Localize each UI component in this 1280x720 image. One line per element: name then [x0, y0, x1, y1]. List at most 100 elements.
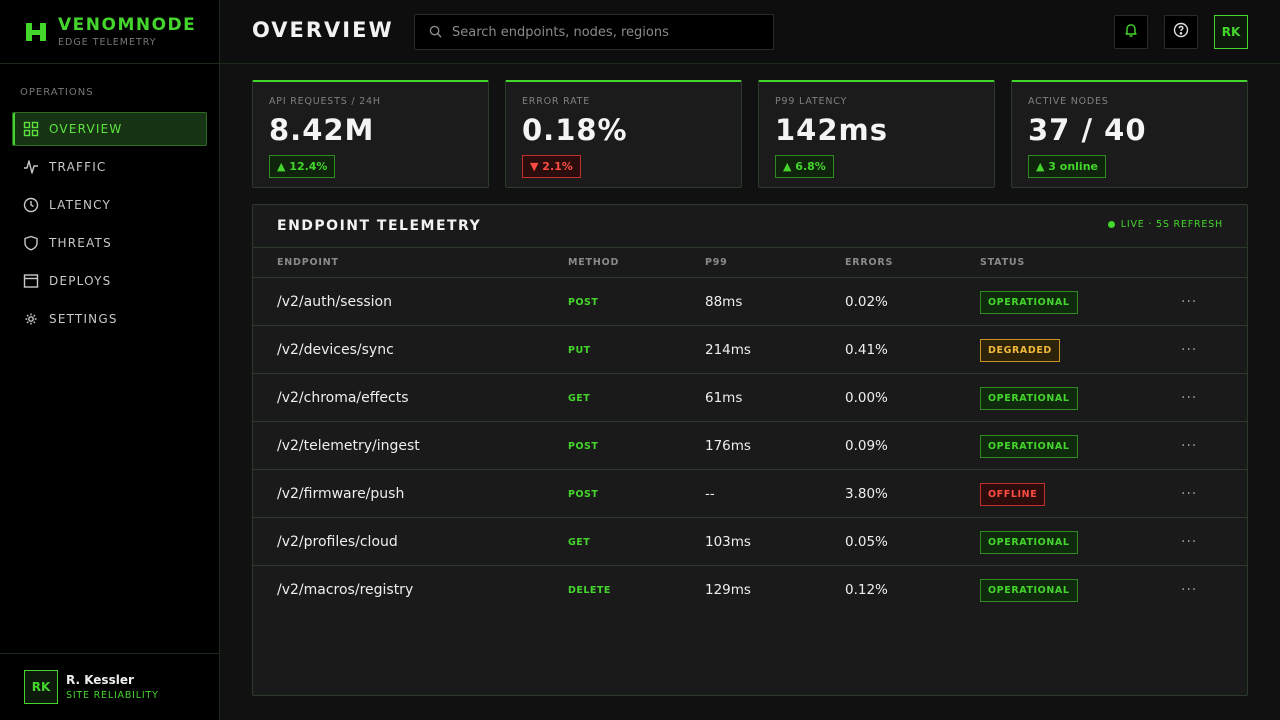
column-header-endpoint[interactable]: ENDPOINT [277, 257, 339, 268]
more-actions-icon[interactable]: ··· [1181, 374, 1197, 422]
sidebar-item-label: LATENCY [49, 198, 112, 212]
status-badge: OPERATIONAL [980, 386, 1078, 410]
brand-name: VENOMNODE [58, 14, 197, 35]
more-actions-icon[interactable]: ··· [1181, 566, 1197, 614]
endpoint-path[interactable]: /v2/chroma/effects [277, 374, 409, 422]
column-header-p99[interactable]: P99 [705, 257, 728, 268]
http-method: GET [568, 536, 591, 548]
sidebar-item-settings[interactable]: SETTINGS [12, 302, 207, 336]
status-cell: OPERATIONAL [980, 518, 1078, 566]
kpi-delta-badge: ▲ 3 online [1028, 155, 1106, 178]
status-cell: OPERATIONAL [980, 566, 1078, 614]
panel-header: ENDPOINT TELEMETRY LIVE · 5S REFRESH [253, 205, 1247, 248]
error-rate: 0.05% [845, 534, 888, 550]
kpi-row: API REQUESTS / 24H 8.42M ▲ 12.4% ERROR R… [252, 80, 1248, 188]
sidebar-item-label: THREATS [49, 236, 112, 250]
p99-latency: 214ms [705, 342, 751, 358]
window-icon [23, 273, 39, 289]
kpi-value: 37 / 40 [1028, 113, 1147, 147]
p99-latency: -- [705, 486, 715, 502]
table-row[interactable]: /v2/telemetry/ingest POST 176ms 0.09% OPERAT… [253, 422, 1247, 470]
more-actions-icon[interactable]: ··· [1181, 278, 1197, 326]
table-row[interactable]: /v2/auth/session POST 88ms 0.02% OPERATIONAL… [253, 278, 1247, 326]
p99-latency: 88ms [705, 294, 743, 310]
column-header-errors[interactable]: ERRORS [845, 257, 893, 268]
sidebar: VENOMNODE EDGE TELEMETRY OPERATIONS OVER… [0, 0, 220, 720]
live-indicator: LIVE · 5S REFRESH [1107, 219, 1223, 230]
table-row[interactable]: /v2/macros/registry DELETE 129ms 0.12% OPERA… [253, 566, 1247, 614]
brand[interactable]: VENOMNODE EDGE TELEMETRY [0, 0, 219, 64]
more-actions-icon[interactable]: ··· [1181, 326, 1197, 374]
search-input[interactable] [452, 24, 752, 40]
sidebar-item-traffic[interactable]: TRAFFIC [12, 150, 207, 184]
sidebar-item-label: TRAFFIC [49, 160, 107, 174]
status-badge: OPERATIONAL [980, 578, 1078, 602]
shield-icon [23, 235, 39, 251]
endpoint-telemetry-panel: ENDPOINT TELEMETRY LIVE · 5S REFRESH END… [252, 204, 1248, 696]
main-content: API REQUESTS / 24H 8.42M ▲ 12.4% ERROR R… [220, 64, 1280, 720]
status-badge: OPERATIONAL [980, 530, 1078, 554]
error-rate: 0.00% [845, 390, 888, 406]
sidebar-item-threats[interactable]: THREATS [12, 226, 207, 260]
status-cell: OPERATIONAL [980, 374, 1078, 422]
endpoint-path[interactable]: /v2/auth/session [277, 278, 392, 326]
error-rate: 0.12% [845, 582, 888, 598]
sidebar-item-deploys[interactable]: DEPLOYS [12, 264, 207, 298]
kpi-value: 0.18% [522, 113, 628, 147]
venomnode-logo-icon [24, 20, 48, 44]
p99-latency: 103ms [705, 534, 751, 550]
endpoint-path[interactable]: /v2/telemetry/ingest [277, 422, 420, 470]
brand-subtitle: EDGE TELEMETRY [58, 36, 157, 48]
sidebar-item-label: DEPLOYS [49, 274, 112, 288]
notifications-button[interactable] [1114, 15, 1148, 49]
live-label: LIVE · 5S REFRESH [1120, 219, 1223, 230]
table-row[interactable]: /v2/profiles/cloud GET 103ms 0.05% OPERATION… [253, 518, 1247, 566]
table-row[interactable]: /v2/devices/sync PUT 214ms 0.41% DEGRADED ··· [253, 326, 1247, 374]
error-rate: 0.41% [845, 342, 888, 358]
sidebar-item-latency[interactable]: LATENCY [12, 188, 207, 222]
nav-section-label: OPERATIONS [20, 87, 94, 98]
more-actions-icon[interactable]: ··· [1181, 518, 1197, 566]
status-badge: OPERATIONAL [980, 434, 1078, 458]
user-profile[interactable]: RK R. Kessler SITE RELIABILITY [0, 653, 219, 720]
sidebar-nav: OVERVIEW TRAFFIC LATENCY THREATS DEPLOYS [12, 112, 207, 340]
status-cell: OPERATIONAL [980, 278, 1078, 326]
kpi-label: API REQUESTS / 24H [269, 96, 381, 107]
user-avatar-button[interactable]: RK [1214, 15, 1248, 49]
column-header-method[interactable]: METHOD [568, 257, 619, 268]
http-method: GET [568, 392, 591, 404]
bell-icon [1123, 22, 1139, 42]
table-body: /v2/auth/session POST 88ms 0.02% OPERATIONAL… [253, 278, 1247, 614]
endpoint-path[interactable]: /v2/macros/registry [277, 566, 413, 614]
column-header-status[interactable]: STATUS [980, 257, 1025, 268]
more-actions-icon[interactable]: ··· [1181, 470, 1197, 518]
help-button[interactable] [1164, 15, 1198, 49]
kpi-card-active-nodes[interactable]: ACTIVE NODES 37 / 40 ▲ 3 online [1011, 80, 1248, 188]
kpi-card-error-rate[interactable]: ERROR RATE 0.18% ▼ 2.1% [505, 80, 742, 188]
status-badge: OFFLINE [980, 482, 1046, 506]
user-name: R. Kessler [66, 673, 134, 687]
gear-icon [23, 311, 39, 327]
kpi-card-requests[interactable]: API REQUESTS / 24H 8.42M ▲ 12.4% [252, 80, 489, 188]
table-row[interactable]: /v2/chroma/effects GET 61ms 0.00% OPERATIONA… [253, 374, 1247, 422]
error-rate: 0.09% [845, 438, 888, 454]
clock-icon [23, 197, 39, 213]
sidebar-item-overview[interactable]: OVERVIEW [12, 112, 207, 146]
status-badge: OPERATIONAL [980, 290, 1078, 314]
error-rate: 3.80% [845, 486, 888, 502]
endpoint-path[interactable]: /v2/profiles/cloud [277, 518, 398, 566]
table-row[interactable]: /v2/firmware/push POST -- 3.80% OFFLINE ··· [253, 470, 1247, 518]
search-box[interactable] [414, 14, 774, 50]
kpi-card-latency[interactable]: P99 LATENCY 142ms ▲ 6.8% [758, 80, 995, 188]
sidebar-item-label: OVERVIEW [49, 122, 123, 136]
kpi-label: ACTIVE NODES [1028, 96, 1109, 107]
kpi-delta-badge: ▼ 2.1% [522, 155, 581, 178]
http-method: PUT [568, 344, 591, 356]
http-method: POST [568, 488, 599, 500]
kpi-label: ERROR RATE [522, 96, 591, 107]
more-actions-icon[interactable]: ··· [1181, 422, 1197, 470]
http-method: DELETE [568, 584, 611, 596]
endpoint-path[interactable]: /v2/devices/sync [277, 326, 394, 374]
endpoint-path[interactable]: /v2/firmware/push [277, 470, 404, 518]
table-header: ENDPOINT METHOD P99 ERRORS STATUS [253, 248, 1247, 278]
